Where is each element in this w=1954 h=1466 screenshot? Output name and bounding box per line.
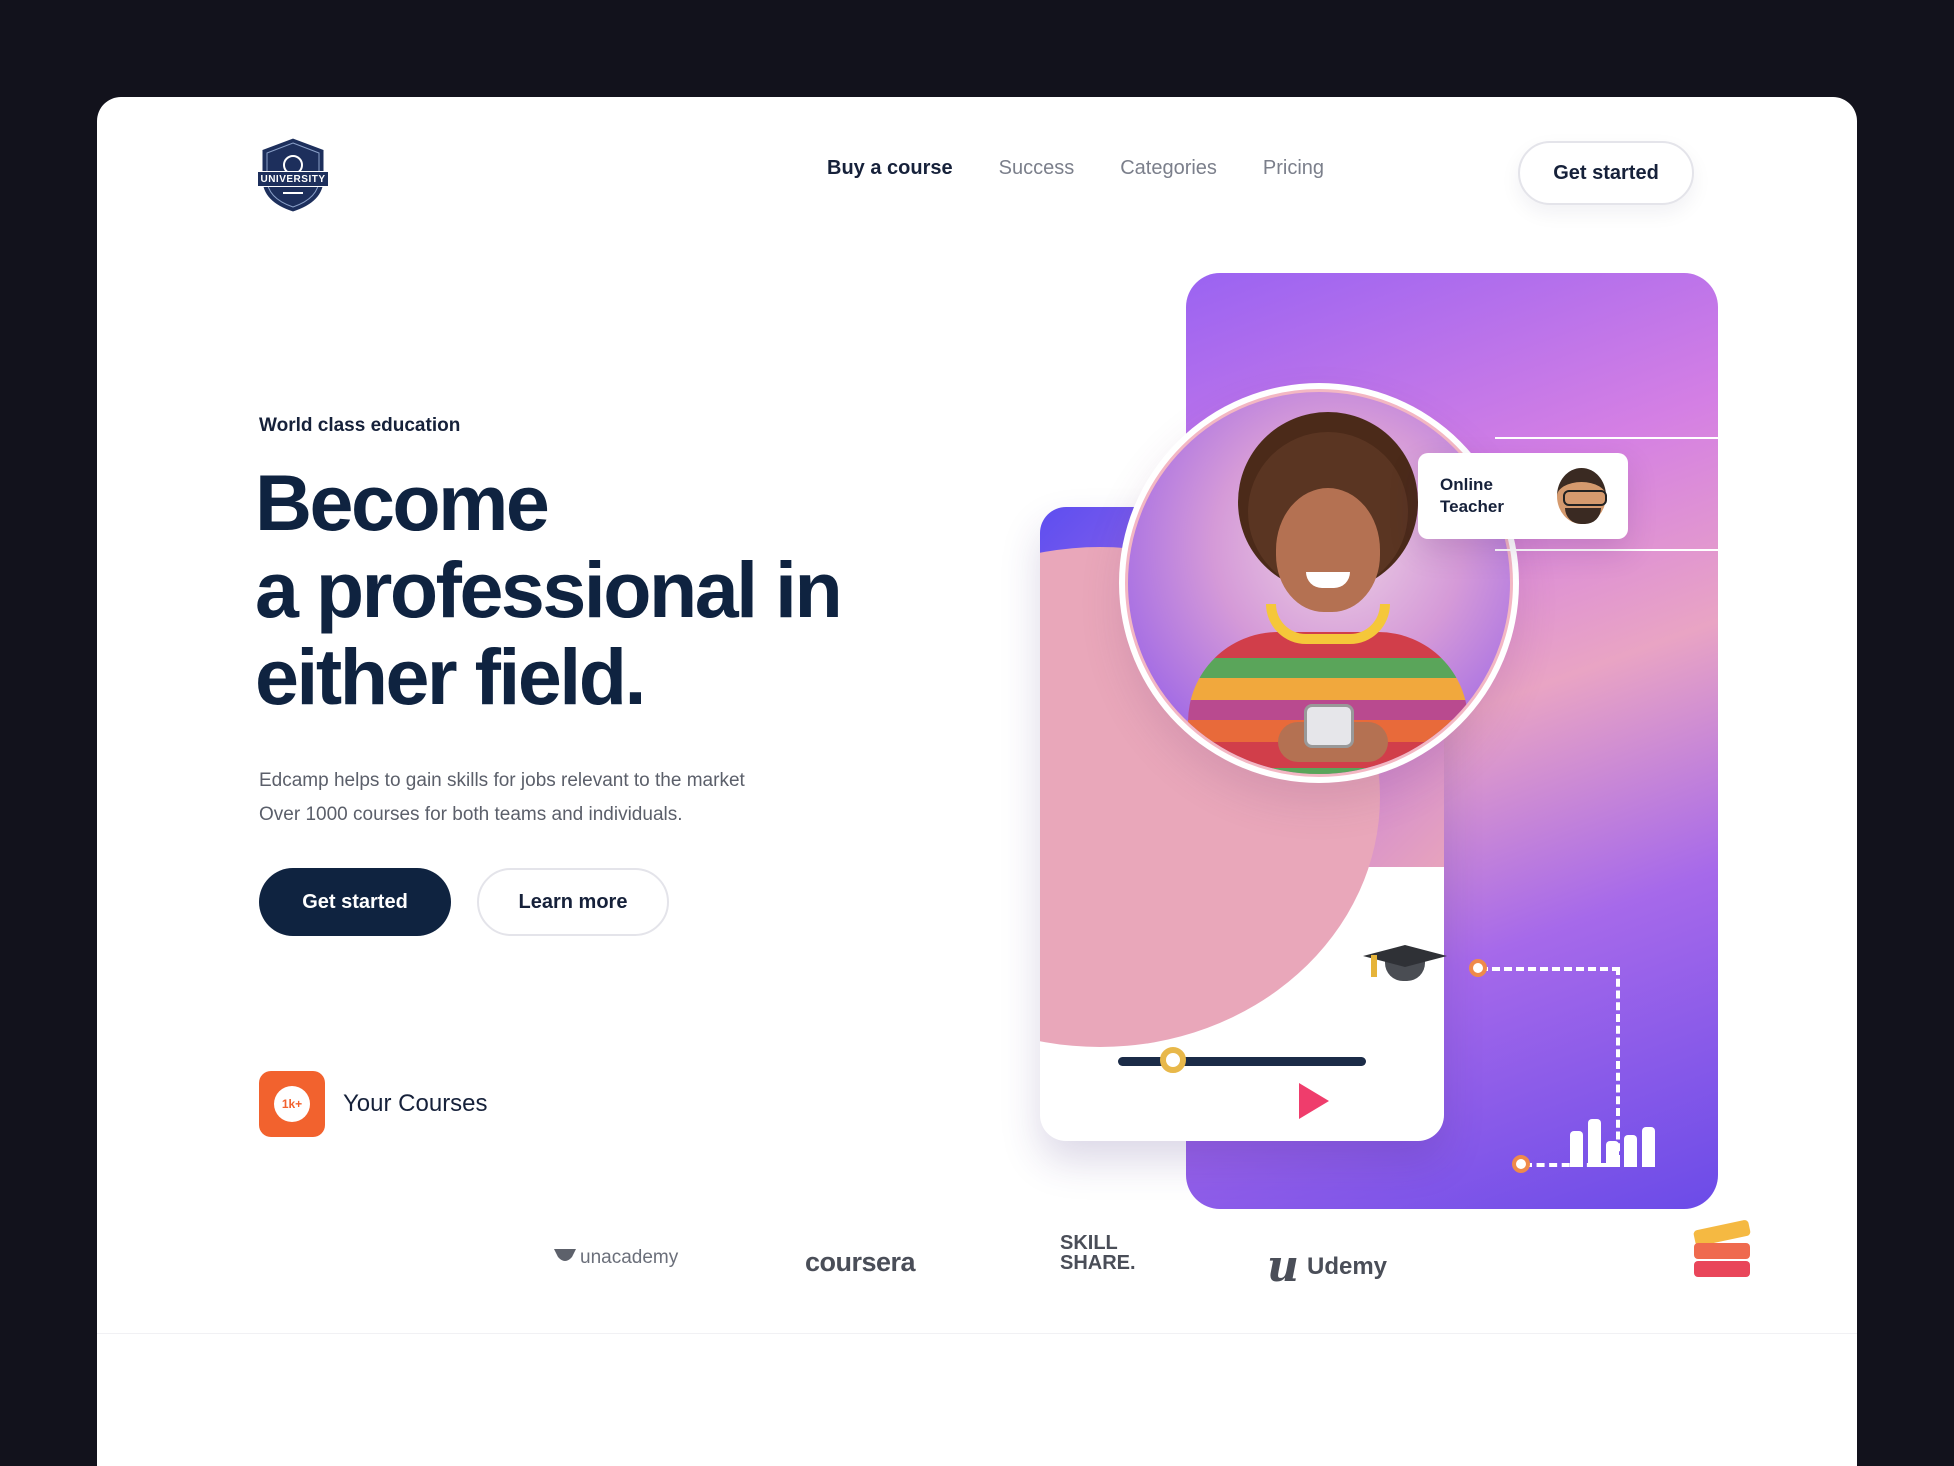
bracket-dot-bottom: [1742, 544, 1756, 558]
nav-buy-a-course[interactable]: Buy a course: [827, 157, 953, 180]
udemy-icon: u: [1267, 1241, 1299, 1292]
hero-learn-more-button[interactable]: Learn more: [477, 868, 669, 936]
courses-label: Your Courses: [343, 1090, 488, 1117]
teacher-label-line-1: Online: [1440, 475, 1493, 494]
udemy-text: Udemy: [1307, 1253, 1388, 1280]
bar-chart-icon: [1570, 1117, 1660, 1167]
main-nav: Buy a course Success Categories Pricing: [827, 157, 1324, 180]
smartphone-icon: [1304, 704, 1354, 748]
path-dot-start: [1469, 959, 1487, 977]
teacher-avatar-icon: [1557, 468, 1607, 524]
nav-pricing[interactable]: Pricing: [1263, 157, 1324, 180]
headline-line-3: either field.: [255, 632, 646, 721]
partner-unacademy-logo: unacademy: [554, 1247, 678, 1269]
graduation-cap-icon: [1363, 945, 1447, 985]
landing-page: UNIVERSITY Buy a course Success Categori…: [97, 97, 1857, 1466]
nav-get-started-button[interactable]: Get started: [1518, 141, 1694, 205]
progress-slider-track[interactable]: [1118, 1057, 1366, 1066]
courses-badge-count: 1k+: [274, 1086, 310, 1122]
student-photo: [1125, 389, 1513, 777]
unacademy-text: unacademy: [580, 1247, 679, 1268]
hero-description: Edcamp helps to gain skills for jobs rel…: [259, 764, 879, 832]
path-dot-end: [1512, 1155, 1530, 1173]
progress-slider-knob[interactable]: [1160, 1047, 1186, 1073]
student-photo-frame: [1119, 383, 1519, 783]
partner-coursera-logo: coursera: [805, 1247, 916, 1278]
university-logo[interactable]: UNIVERSITY: [255, 135, 331, 215]
skillshare-line-1: SKILL: [1060, 1232, 1118, 1254]
lower-section: [97, 1333, 1857, 1466]
bracket-dot-top: [1742, 430, 1756, 444]
hero-headline: Become a professional in either field.: [255, 459, 1015, 720]
partner-udemy-logo: u Udemy: [1267, 1241, 1388, 1292]
courses-badge-icon: 1k+: [259, 1071, 325, 1137]
logo-text: UNIVERSITY: [257, 171, 329, 187]
headline-line-1: Become: [255, 458, 550, 547]
description-line-1: Edcamp helps to gain skills for jobs rel…: [259, 770, 745, 791]
student-face: [1276, 488, 1380, 612]
books-icon: [1692, 1219, 1752, 1281]
nav-success[interactable]: Success: [999, 157, 1075, 180]
online-teacher-card[interactable]: Online Teacher: [1418, 453, 1628, 539]
partner-skillshare-logo: SKILL SHARE.: [1060, 1233, 1136, 1273]
coursera-text: coursera: [805, 1247, 916, 1277]
headline-line-2: a professional in: [255, 545, 843, 634]
teacher-label-line-2: Teacher: [1440, 497, 1504, 516]
hero-get-started-button[interactable]: Get started: [259, 868, 451, 936]
your-courses-link[interactable]: 1k+ Your Courses: [259, 1071, 488, 1137]
teacher-label: Online Teacher: [1440, 474, 1543, 518]
nav-categories[interactable]: Categories: [1120, 157, 1217, 180]
unacademy-icon: [554, 1249, 576, 1261]
description-line-2: Over 1000 courses for both teams and ind…: [259, 804, 683, 825]
skillshare-line-2: SHARE.: [1060, 1252, 1136, 1274]
play-icon[interactable]: [1299, 1083, 1329, 1119]
hero-eyebrow: World class education: [259, 415, 461, 436]
